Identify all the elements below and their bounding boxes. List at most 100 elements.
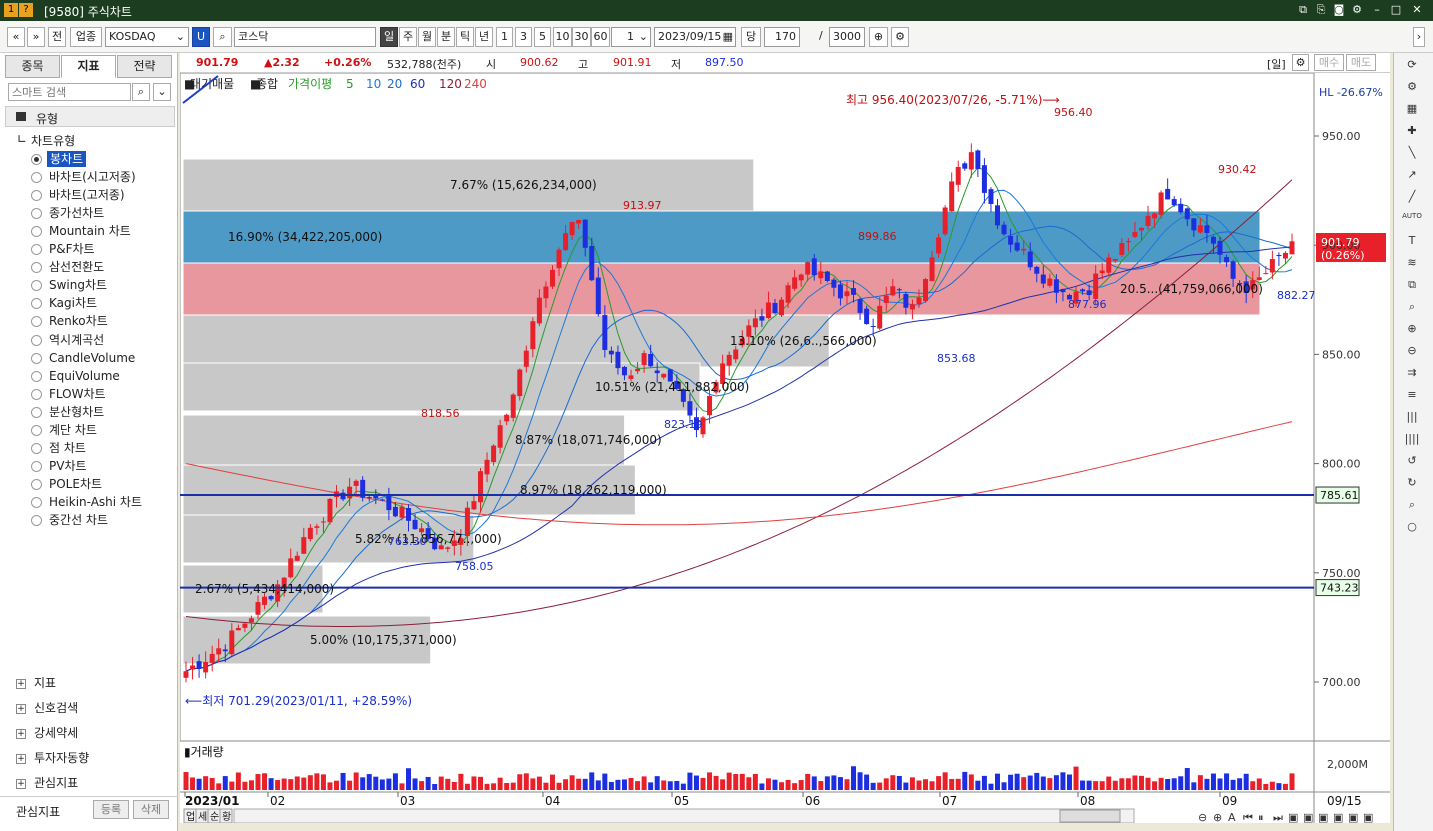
chart-control-icon[interactable]: ▣ [1333, 811, 1343, 823]
index-button[interactable]: U [192, 27, 210, 47]
radio-11[interactable] [31, 352, 42, 364]
chart-control-icon[interactable]: ▣ [1348, 811, 1358, 823]
period-button-0[interactable]: 일 [380, 27, 398, 47]
chart-type-13[interactable]: FLOW차트 [49, 386, 106, 402]
window-badge-help[interactable]: ? [19, 3, 33, 17]
auto-icon[interactable]: AUTO [1402, 212, 1422, 230]
channel-icon[interactable]: ≡ [1402, 388, 1422, 406]
chart-type-11[interactable]: CandleVolume [49, 350, 135, 366]
section-0[interactable]: + 지표 [16, 674, 56, 692]
radio-5[interactable] [31, 244, 42, 256]
chart-type-19[interactable]: Heikin-Ashi 차트 [49, 494, 142, 510]
link-icon[interactable]: ⎘ [1314, 3, 1328, 17]
zoom-icon[interactable]: ⌕ [1402, 300, 1422, 318]
tab-strategy[interactable]: 전략 [117, 55, 172, 78]
maximize-icon[interactable]: □ [1389, 3, 1403, 17]
chart-control-icon[interactable]: ▣ [1303, 811, 1313, 823]
chart-type-10[interactable]: 역시계곡선 [49, 332, 104, 348]
section-type[interactable]: 유형 [5, 106, 175, 127]
item-name-field[interactable]: 코스닥 [234, 27, 376, 47]
section-2[interactable]: + 강세약세 [16, 724, 78, 742]
market-select[interactable]: KOSDAQ ⌄ [105, 27, 189, 47]
chart-control-icon[interactable]: ⏸ [1258, 811, 1264, 823]
minute-button-10[interactable]: 10 [553, 27, 572, 47]
chart-control-icon[interactable]: ⊕ [1213, 811, 1222, 823]
chart-type-16[interactable]: 점 차트 [49, 440, 86, 456]
chart-control-icon[interactable]: ▣ [1288, 811, 1298, 823]
chart-control-icon[interactable]: A [1228, 811, 1236, 823]
radio-4[interactable] [31, 226, 42, 238]
count-field[interactable]: 170 [764, 27, 800, 47]
chart-control-icon[interactable]: ⏮ [1243, 811, 1253, 823]
chart-type-12[interactable]: EquiVolume [49, 368, 120, 384]
multiplier-field[interactable]: 1 ⌄ [611, 27, 651, 47]
price-chart[interactable]: 950.00900.00850.00800.00750.00700.00■대기매… [180, 73, 1390, 823]
period-button-5[interactable]: 년 [475, 27, 493, 47]
chart-type-1[interactable]: 바차트(시고저종) [49, 169, 136, 185]
date-field[interactable]: 2023/09/15 ▦ [654, 27, 736, 47]
calendar-icon[interactable]: ▦ [723, 28, 733, 46]
chart-control-icon[interactable]: ▣ [1318, 811, 1328, 823]
radio-6[interactable] [31, 262, 42, 274]
buy-button[interactable]: 매수 [1314, 54, 1344, 71]
section-1[interactable]: + 신호검색 [16, 699, 78, 717]
settings-icon[interactable]: ⚙ [1350, 3, 1364, 17]
fib-icon[interactable]: ≋ [1402, 256, 1422, 274]
lines2-icon[interactable]: |||| [1402, 432, 1422, 450]
close-icon[interactable]: ✕ [1410, 3, 1424, 17]
camera-icon[interactable]: ◙ [1332, 3, 1346, 17]
sector-button[interactable]: 업종 [70, 27, 102, 47]
radio-7[interactable] [31, 280, 42, 292]
radio-3[interactable] [31, 208, 42, 220]
trend-icon[interactable]: ╱ [1402, 190, 1422, 208]
search-icon[interactable]: ⌕ [132, 83, 150, 101]
pin-icon[interactable]: ⧉ [1296, 3, 1310, 17]
prev-button[interactable]: « [7, 27, 25, 47]
chart-type-9[interactable]: Renko차트 [49, 313, 108, 329]
chart-type-17[interactable]: PV차트 [49, 458, 87, 474]
minute-button-3[interactable]: 3 [515, 27, 532, 47]
refresh-icon[interactable]: ⟳ [1402, 58, 1422, 76]
radio-1[interactable] [31, 172, 42, 184]
radio-14[interactable] [31, 406, 42, 418]
horizontal-scrollbar[interactable] [233, 808, 1135, 823]
chart-control-icon[interactable]: ⊖ [1198, 811, 1207, 823]
delete-button[interactable]: 삭제 [133, 800, 169, 819]
line-icon[interactable]: ✚ [1402, 124, 1422, 142]
undo-icon[interactable]: ↺ [1402, 454, 1422, 472]
radio-20[interactable] [31, 515, 42, 526]
register-button[interactable]: 등록 [93, 800, 129, 819]
pitch-icon[interactable]: ⇉ [1402, 366, 1422, 384]
period-button-4[interactable]: 틱 [456, 27, 474, 47]
search-icon[interactable]: ⌕ [213, 27, 232, 47]
chart-type-0[interactable]: 봉차트 [47, 151, 87, 167]
expand-icon[interactable]: › [1413, 27, 1425, 47]
radio-12[interactable] [31, 370, 42, 382]
sell-button[interactable]: 매도 [1346, 54, 1376, 71]
chart-type-7[interactable]: Swing차트 [49, 277, 107, 293]
tab-stock[interactable]: 종목 [5, 55, 60, 78]
section-4[interactable]: + 관심지표 [16, 774, 78, 792]
today-button[interactable]: 당 [741, 27, 761, 47]
chart-type-15[interactable]: 계단 차트 [49, 422, 97, 438]
chart-type-3[interactable]: 종가선차트 [49, 205, 104, 221]
chart-type-8[interactable]: Kagi차트 [49, 295, 97, 311]
minute-button-60[interactable]: 60 [591, 27, 610, 47]
redo-icon[interactable]: ↻ [1402, 476, 1422, 494]
chevron-down-icon[interactable]: ⌄ [153, 83, 171, 101]
gear-icon[interactable]: ⚙ [1402, 80, 1422, 98]
chart-type-2[interactable]: 바차트(고저종) [49, 187, 125, 203]
period-button-2[interactable]: 월 [418, 27, 436, 47]
radio-18[interactable] [31, 478, 42, 490]
zoom-icon[interactable]: ⊕ [869, 27, 888, 47]
cross-icon[interactable]: ╲ [1402, 146, 1422, 164]
scroll-thumb[interactable] [1059, 809, 1121, 823]
radio-17[interactable] [31, 460, 42, 472]
period-button-3[interactable]: 분 [437, 27, 455, 47]
minute-button-30[interactable]: 30 [572, 27, 591, 47]
chart-type-6[interactable]: 삼선전환도 [49, 259, 104, 275]
chart-control-icon[interactable]: ▣ [1363, 811, 1373, 823]
minute-button-5[interactable]: 5 [534, 27, 551, 47]
radio-0[interactable] [31, 154, 42, 165]
radio-19[interactable] [31, 496, 42, 508]
